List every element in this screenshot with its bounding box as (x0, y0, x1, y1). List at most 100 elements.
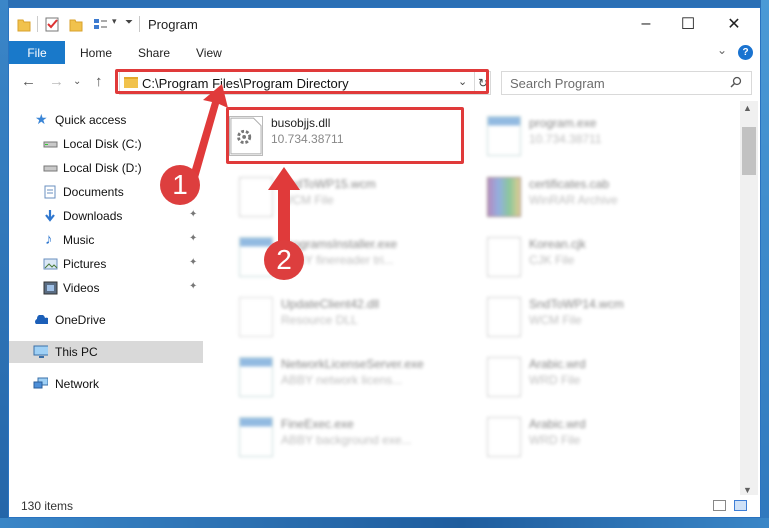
pin-icon[interactable]: ✦ (189, 281, 197, 292)
file-name: FineExec.exe (281, 417, 354, 431)
document-icon (487, 297, 521, 337)
pin-icon[interactable]: ✦ (189, 209, 197, 220)
tab-view[interactable]: View (196, 46, 222, 60)
file-item[interactable]: ProgramsInstaller.exe ABBY finereader tr… (227, 229, 467, 283)
file-highlight-box (226, 107, 464, 164)
scroll-up-icon[interactable]: ▲ (743, 103, 752, 113)
desktop-background-bottom (0, 518, 769, 528)
file-item[interactable]: Arabic.wrd WRD File (475, 349, 715, 403)
ribbon-tabs: File Home Share View ⌄ ? (9, 40, 760, 64)
document-icon (487, 237, 521, 277)
file-name: program.exe (529, 116, 597, 130)
file-item[interactable]: certificates.cab WinRAR Archive (475, 169, 715, 223)
window-title: Program (148, 17, 198, 32)
exe-icon (239, 357, 273, 397)
desktop-background-right (761, 0, 769, 528)
scrollbar-thumb[interactable] (742, 127, 756, 175)
tiles-view-icon[interactable] (734, 500, 747, 511)
folder-icon (17, 19, 31, 32)
close-button[interactable]: ✕ (711, 8, 757, 40)
maximize-button[interactable]: ☐ (665, 8, 711, 40)
search-input[interactable]: Search Program (501, 71, 752, 95)
file-name: Korean.cjk (529, 237, 586, 251)
file-item[interactable]: SndToWP15.wcm WCM File (227, 169, 467, 223)
cloud-icon (35, 315, 48, 324)
sidebar-item-this-pc[interactable]: This PC (9, 341, 203, 363)
sidebar-item-music[interactable]: ♪ Music ✦ (9, 229, 203, 251)
sidebar-item-label: Network (55, 377, 100, 391)
file-description: ABBY background exe... (281, 433, 412, 447)
pin-icon[interactable]: ✦ (189, 233, 197, 244)
file-item[interactable]: program.exe 10.734.38711 (475, 108, 715, 162)
sidebar-item-label: This PC (55, 345, 98, 359)
file-item[interactable]: Arabic.wrd WRD File (475, 409, 715, 463)
expand-ribbon-icon[interactable]: ⌄ (717, 43, 727, 57)
tab-home[interactable]: Home (80, 46, 112, 60)
file-name: UpdateClient42.dll (281, 297, 380, 311)
drive-icon (43, 165, 58, 172)
file-description: 10.734.38711 (529, 132, 602, 146)
sidebar-item-pictures[interactable]: Pictures ✦ (9, 253, 203, 275)
sidebar-item-onedrive[interactable]: OneDrive (9, 309, 203, 331)
details-view-icon[interactable] (713, 500, 726, 511)
sidebar-item-local-disk-c[interactable]: Local Disk (C:) (9, 133, 203, 155)
file-item[interactable]: UpdateClient42.dll Resource DLL (227, 289, 467, 343)
file-item[interactable]: FineExec.exe ABBY background exe... (227, 409, 467, 463)
search-icon[interactable] (730, 76, 742, 88)
sidebar-item-label: Documents (63, 185, 124, 199)
document-icon (487, 357, 521, 397)
view-options-icon[interactable] (93, 17, 109, 32)
videos-icon (43, 281, 58, 295)
sidebar-item-label: Music (63, 233, 95, 247)
toolbar-divider (37, 16, 38, 32)
sidebar-item-label: Videos (63, 281, 100, 295)
pictures-icon (43, 258, 58, 270)
up-button[interactable]: ↑ (95, 73, 103, 90)
search-placeholder: Search Program (510, 76, 605, 91)
star-icon: ★ (35, 111, 48, 127)
new-folder-icon[interactable] (69, 17, 83, 32)
file-name: Arabic.wrd (529, 357, 586, 371)
file-item[interactable]: NetworkLicenseServer.exe ABBY network li… (227, 349, 467, 403)
file-description: WinRAR Archive (529, 193, 618, 207)
sidebar-item-network[interactable]: Network (9, 373, 203, 395)
music-icon: ♪ (45, 231, 53, 248)
properties-icon[interactable] (45, 17, 60, 32)
exe-icon (239, 417, 273, 457)
title-bar: ▾ ⏷ Program – ☐ ✕ (9, 8, 760, 40)
file-item[interactable]: SndToWP14.wcm WCM File (475, 289, 715, 343)
tab-file[interactable]: File (9, 41, 65, 64)
sidebar-item-quick-access[interactable]: ★ Quick access (9, 109, 203, 131)
download-icon (45, 210, 55, 222)
help-icon[interactable]: ? (738, 45, 753, 60)
file-description: WRD File (529, 433, 581, 447)
minimize-button[interactable]: – (623, 8, 669, 40)
documents-icon (44, 185, 56, 199)
file-description: ABBY network licens... (281, 373, 403, 387)
file-item[interactable]: Korean.cjk CJK File (475, 229, 715, 283)
sidebar-item-downloads[interactable]: Downloads ✦ (9, 205, 203, 227)
sidebar-item-label: Downloads (63, 209, 123, 223)
sidebar-item-label: Local Disk (D:) (63, 161, 142, 175)
file-name: SndToWP15.wcm (281, 177, 376, 191)
sidebar-item-videos[interactable]: Videos ✦ (9, 277, 203, 299)
vertical-scrollbar[interactable]: ▲ ▼ (740, 101, 758, 500)
step-2-badge: 2 (264, 240, 304, 280)
forward-button[interactable]: → (49, 73, 64, 90)
pin-icon[interactable]: ✦ (189, 257, 197, 268)
file-description: WCM File (529, 313, 582, 327)
file-description: WCM File (281, 193, 334, 207)
item-count: 130 items (21, 499, 74, 513)
view-dropdown-icon[interactable]: ▾ (112, 16, 117, 27)
file-name: certificates.cab (529, 177, 610, 191)
recent-locations-icon[interactable]: ⌄ (73, 76, 81, 87)
file-name: NetworkLicenseServer.exe (281, 357, 424, 371)
tab-share[interactable]: Share (138, 46, 170, 60)
customize-toolbar-icon[interactable]: ⏷ (125, 17, 133, 28)
file-name: Arabic.wrd (529, 417, 586, 431)
back-button[interactable]: ← (21, 73, 36, 90)
pc-icon (33, 345, 48, 358)
scroll-down-icon[interactable]: ▼ (743, 485, 752, 495)
sidebar-item-label: Pictures (63, 257, 107, 271)
status-bar: 130 items (9, 495, 760, 517)
